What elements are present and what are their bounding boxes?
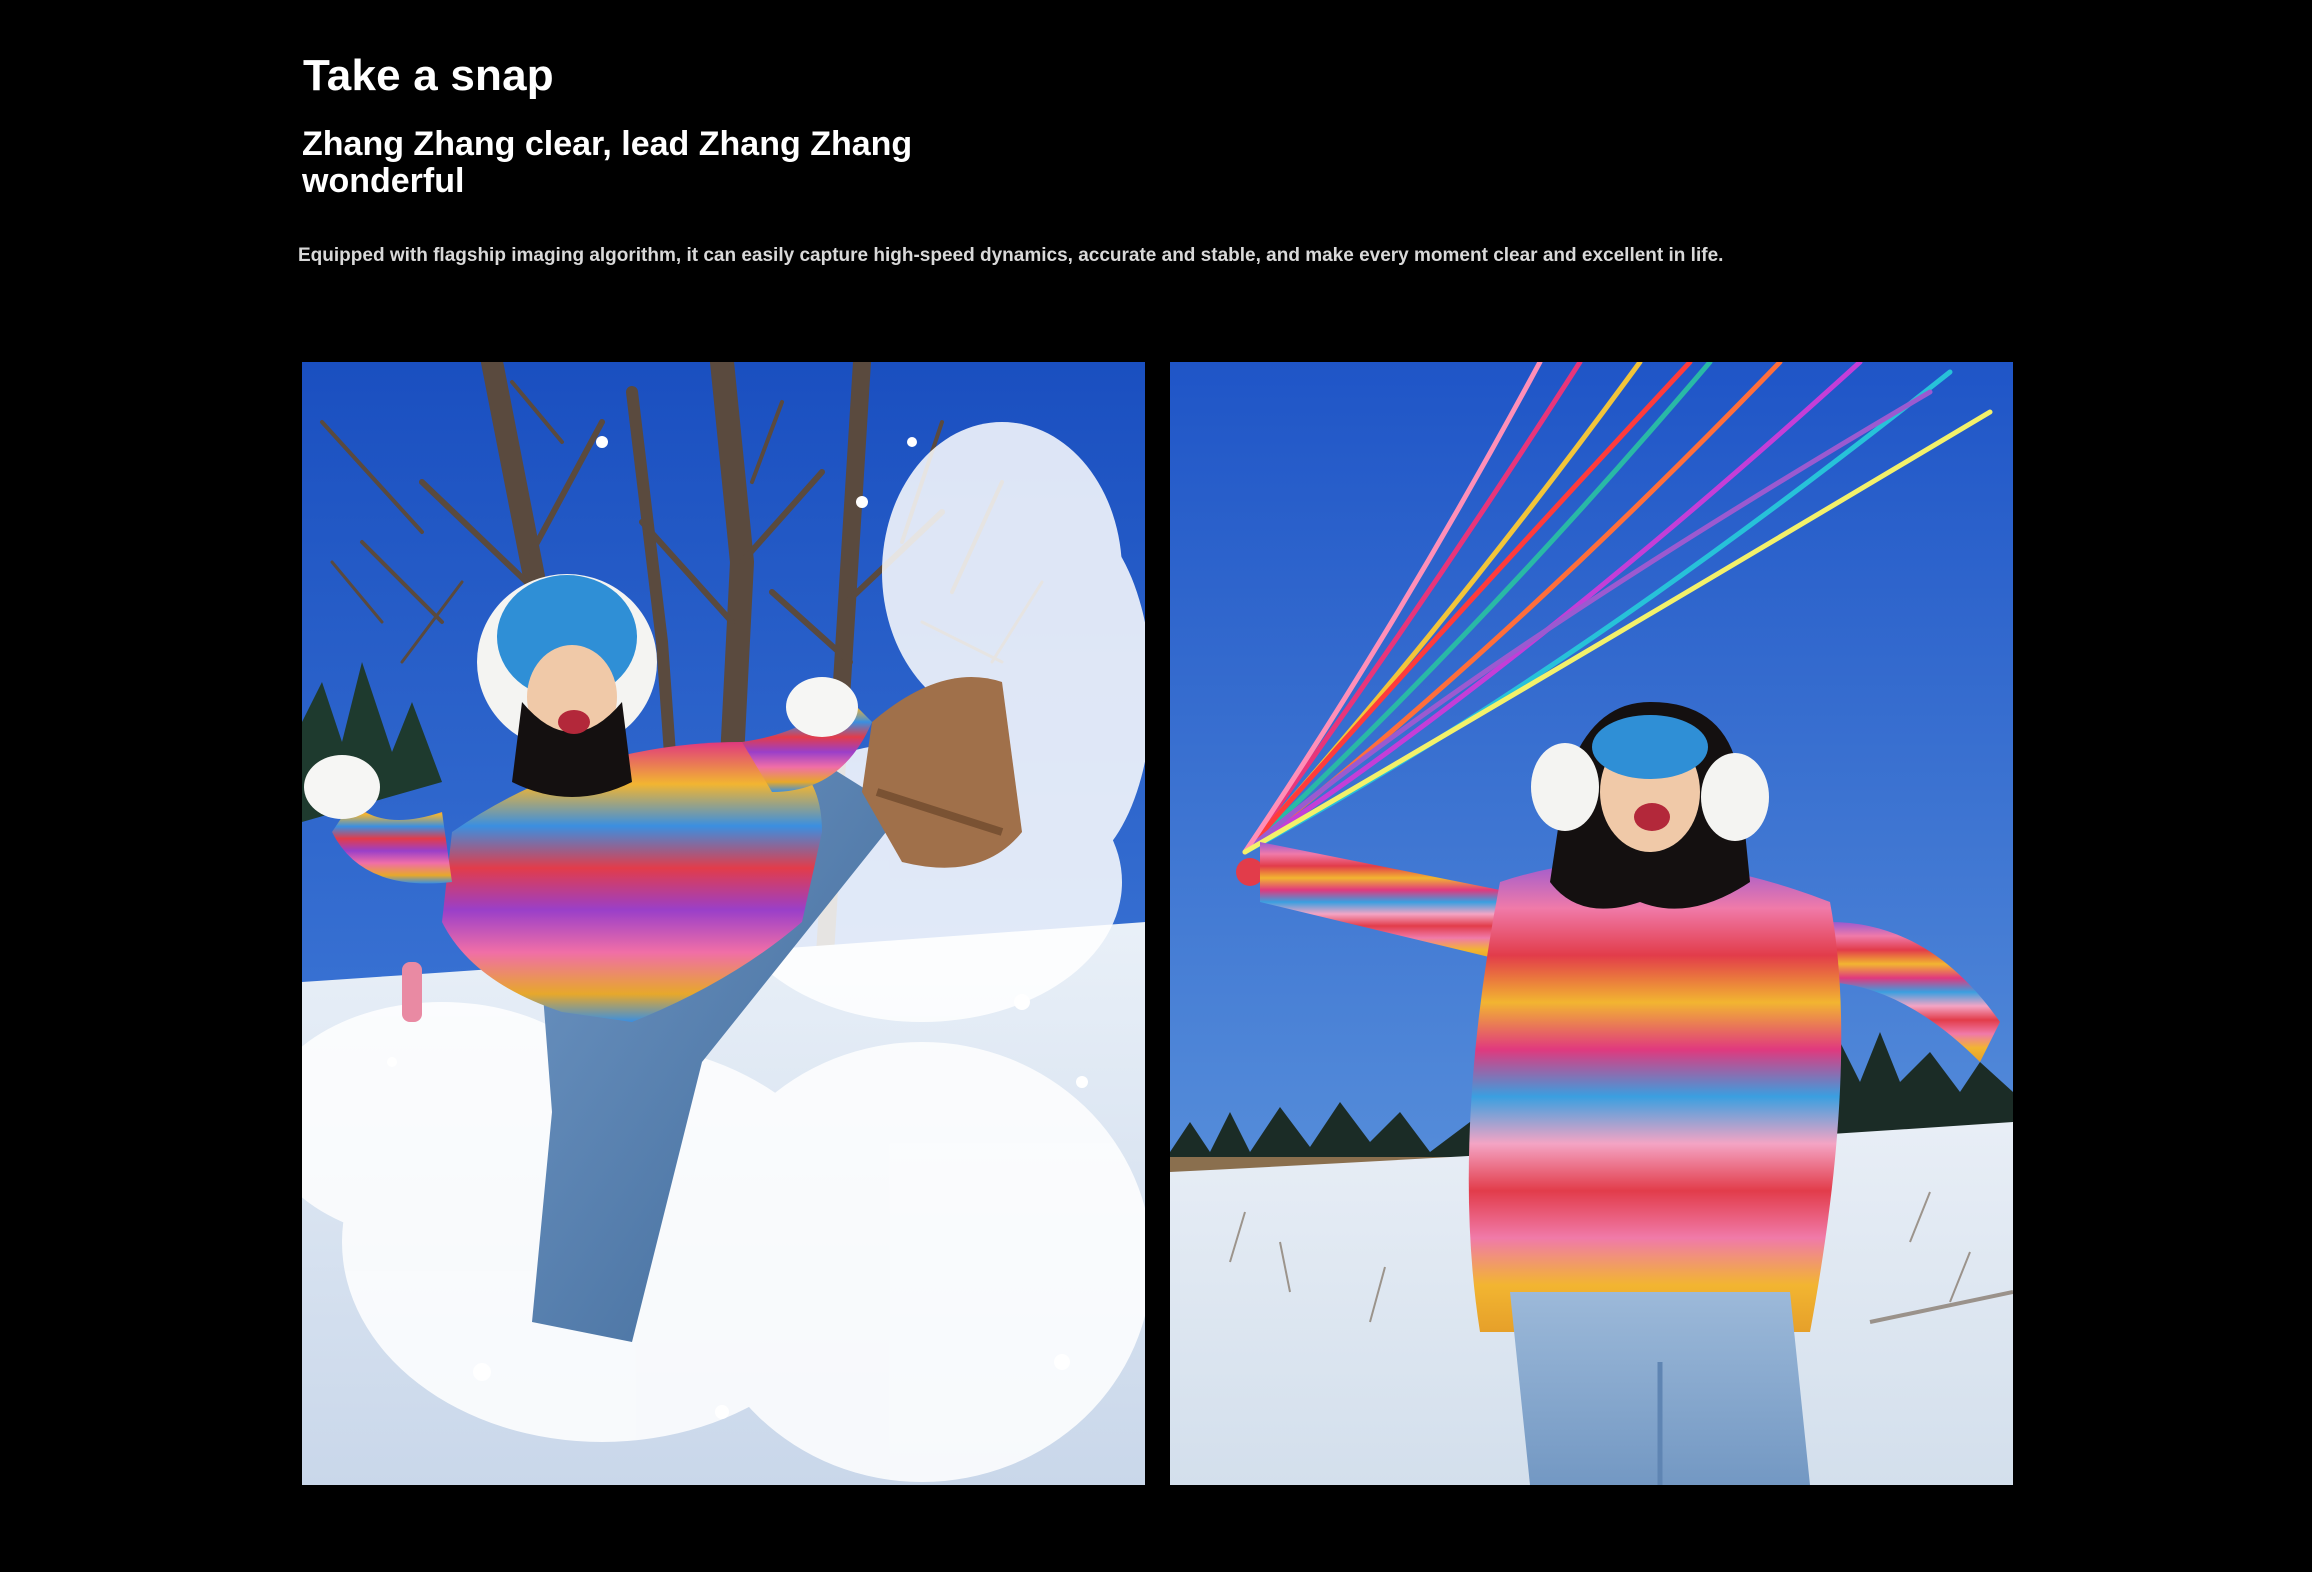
page-title: Take a snap bbox=[303, 51, 554, 100]
page-subtitle: Zhang Zhang clear, lead Zhang Zhang wond… bbox=[302, 125, 913, 200]
snow-kick-image bbox=[302, 362, 1145, 1485]
page: Take a snap Zhang Zhang clear, lead Zhan… bbox=[0, 0, 2312, 1572]
photo-snow-kick bbox=[302, 362, 1145, 1485]
feature-description: Equipped with flagship imaging algorithm… bbox=[298, 245, 1724, 266]
ribbons-image bbox=[1170, 362, 2013, 1485]
photo-ribbons bbox=[1170, 362, 2013, 1485]
